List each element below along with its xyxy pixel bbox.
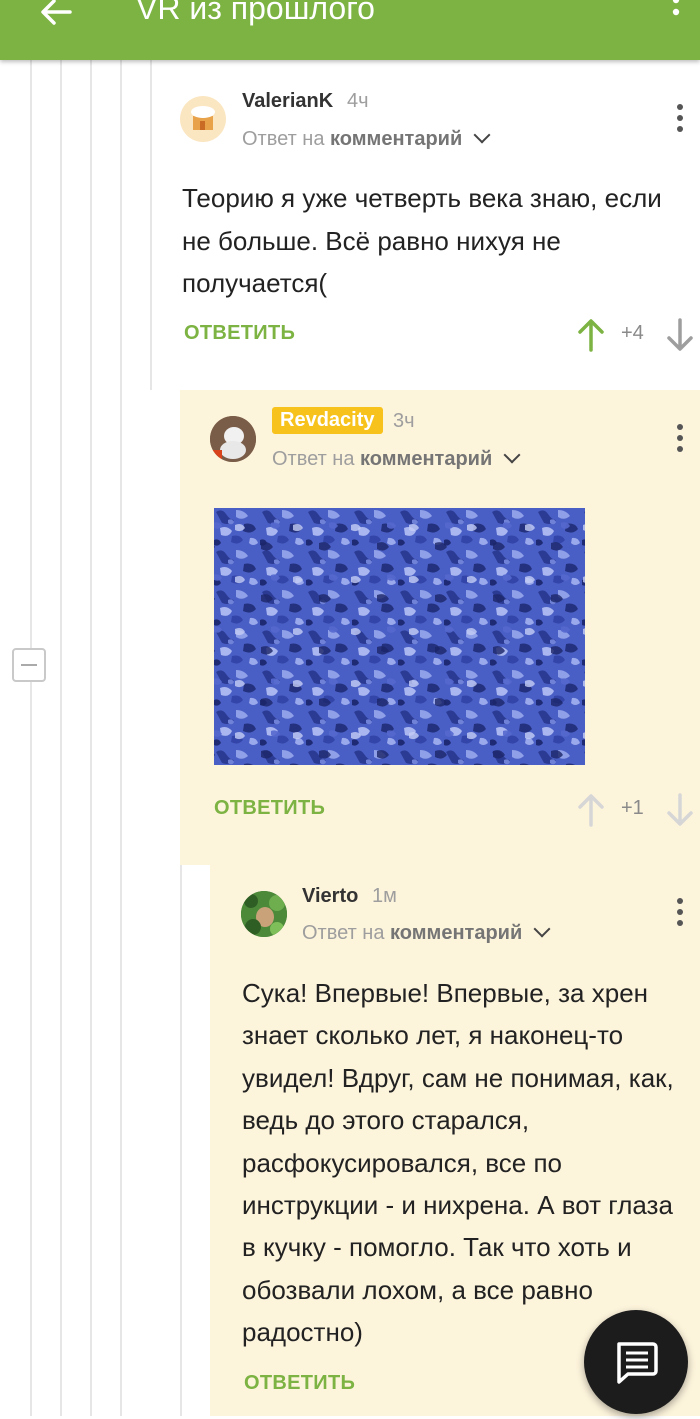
thread-line bbox=[60, 60, 62, 1416]
downvote-icon[interactable] bbox=[665, 793, 695, 827]
rating: +1 bbox=[621, 797, 644, 819]
comment-icon bbox=[617, 1342, 658, 1384]
reply-to-prefix: Ответ на bbox=[272, 448, 355, 470]
rating: +4 bbox=[621, 322, 644, 344]
avatar-image bbox=[241, 891, 287, 937]
reply-to[interactable]: Ответ на комментарий bbox=[302, 920, 551, 945]
more-vertical-icon[interactable] bbox=[676, 898, 684, 932]
collapse-thread-button[interactable] bbox=[12, 648, 46, 682]
page-title: VR из прошлого bbox=[136, 0, 375, 26]
comment-time: 1м bbox=[372, 885, 397, 907]
chevron-down-icon[interactable] bbox=[533, 920, 551, 938]
upvote-icon[interactable] bbox=[576, 793, 606, 827]
more-vertical-icon[interactable] bbox=[676, 104, 684, 138]
comment-time: 3ч bbox=[393, 410, 415, 432]
more-vertical-icon[interactable] bbox=[664, 0, 688, 30]
avatar-image bbox=[191, 106, 215, 130]
reply-to[interactable]: Ответ на комментарий bbox=[242, 126, 491, 151]
reply-button[interactable]: ОТВЕТИТЬ bbox=[184, 322, 295, 345]
username[interactable]: Vierto bbox=[302, 885, 358, 908]
reply-button[interactable]: ОТВЕТИТЬ bbox=[244, 1372, 355, 1395]
username[interactable]: Revdacity bbox=[272, 407, 383, 434]
comment-text: Сука! Впервые! Впервые, за хрен знает ск… bbox=[242, 978, 674, 1348]
comment-fab-button[interactable] bbox=[584, 1310, 688, 1414]
thread-line bbox=[180, 865, 182, 1416]
app-header: VR из прошлого bbox=[0, 0, 700, 60]
comment-time: 4ч bbox=[347, 90, 369, 112]
more-vertical-icon[interactable] bbox=[676, 424, 684, 458]
reply-to-prefix: Ответ на bbox=[242, 128, 325, 150]
thread-line bbox=[120, 60, 122, 1416]
reply-to-link[interactable]: комментарий bbox=[390, 922, 522, 944]
reply-to[interactable]: Ответ на комментарий bbox=[272, 446, 521, 471]
avatar[interactable] bbox=[241, 891, 287, 937]
username[interactable]: ValerianK bbox=[242, 90, 333, 113]
autostereogram-image[interactable] bbox=[214, 508, 585, 765]
chevron-down-icon[interactable] bbox=[503, 446, 521, 464]
avatar-image bbox=[210, 416, 256, 462]
thread-line bbox=[150, 60, 152, 390]
reply-button[interactable]: ОТВЕТИТЬ bbox=[214, 797, 325, 820]
thread-line bbox=[30, 60, 32, 1416]
avatar[interactable] bbox=[210, 416, 256, 462]
upvote-icon[interactable] bbox=[576, 318, 606, 352]
reply-to-link[interactable]: комментарий bbox=[360, 448, 492, 470]
downvote-icon[interactable] bbox=[665, 318, 695, 352]
thread-line bbox=[90, 60, 92, 1416]
comment-text: Теорию я уже четверть века знаю, если не… bbox=[182, 183, 662, 298]
reply-to-prefix: Ответ на bbox=[302, 922, 385, 944]
arrow-left-icon[interactable] bbox=[36, 0, 76, 32]
avatar[interactable] bbox=[180, 96, 226, 142]
chevron-down-icon[interactable] bbox=[473, 126, 491, 144]
reply-to-link[interactable]: комментарий bbox=[330, 128, 462, 150]
